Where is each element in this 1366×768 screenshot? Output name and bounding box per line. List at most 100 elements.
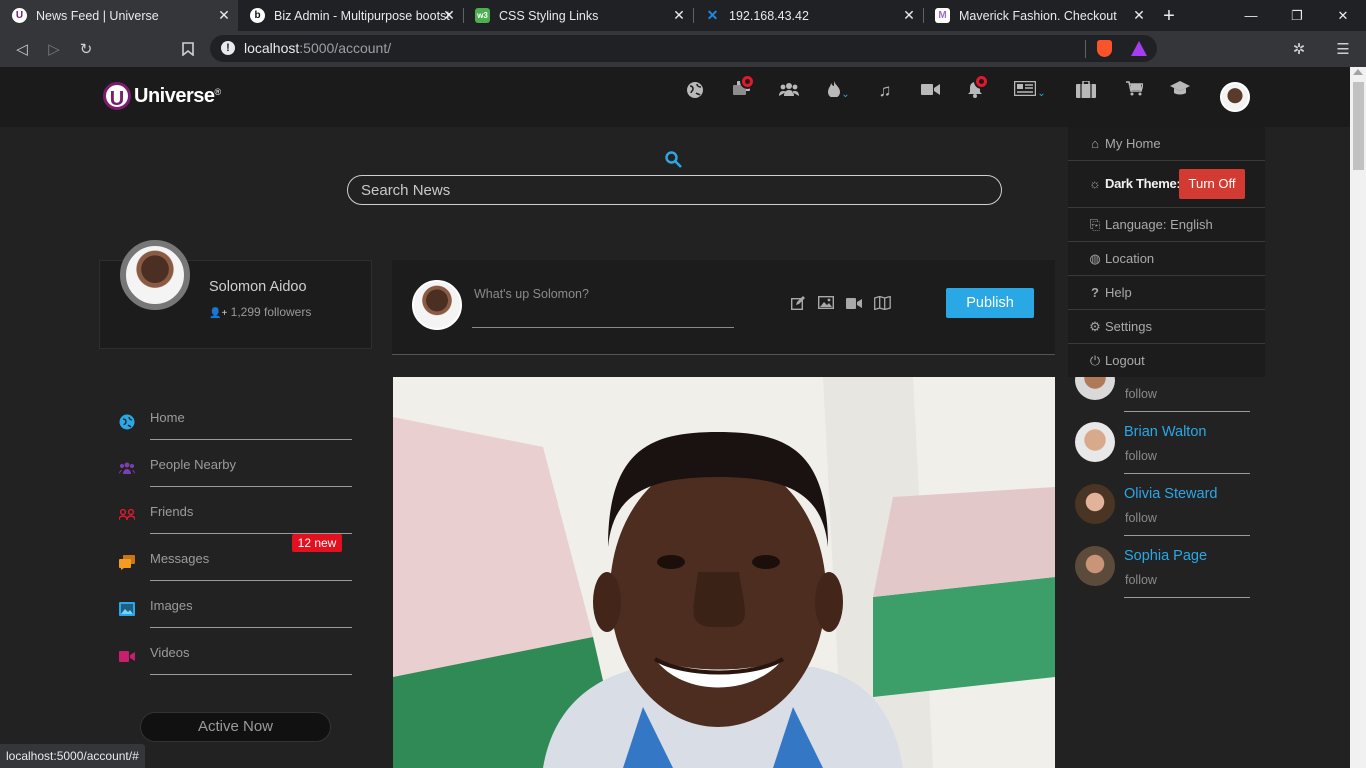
new-tab-icon[interactable]: + [1158, 5, 1180, 27]
window-close-icon[interactable]: ✕ [1320, 0, 1366, 31]
bookmark-icon[interactable] [176, 37, 200, 61]
tab-maverick-fashion[interactable]: M Maverick Fashion. Checkout ✕ [923, 0, 1153, 31]
brave-rewards-icon[interactable] [1131, 41, 1147, 56]
video-camera-icon[interactable] [919, 81, 941, 101]
dropdown-item-dark-theme: ☼ Dark Theme: Turn Off [1068, 161, 1265, 208]
brave-shield-icon[interactable] [1097, 40, 1112, 57]
dropdown-item-help[interactable]: ? Help [1068, 276, 1265, 310]
divider [150, 486, 352, 487]
dropdown-item-logout[interactable]: ⏻ Logout [1068, 344, 1265, 377]
messages-new-badge: 12 new [292, 534, 342, 552]
trending-icon[interactable]: ⌄ [825, 81, 853, 102]
x-favicon-icon: ✕ [706, 7, 719, 23]
suggestion-avatar[interactable] [1075, 484, 1115, 524]
dropdown-item-language[interactable]: ⎘ Language: English [1068, 208, 1265, 242]
follow-suggestion: Brian Walton follow [1075, 422, 1250, 484]
divider [150, 580, 352, 581]
music-icon[interactable]: ♫ [874, 81, 896, 101]
universe-favicon-icon: U [12, 8, 27, 23]
briefcase-icon[interactable] [1075, 80, 1097, 103]
tab-title: 192.168.43.42 [729, 8, 809, 23]
browser-menu-icon[interactable]: ☰ [1331, 37, 1355, 61]
video-icon [119, 649, 135, 665]
link-status-bubble: localhost:5000/account/# [0, 744, 145, 768]
close-icon[interactable]: ✕ [671, 7, 687, 23]
follow-link[interactable]: follow [1125, 573, 1157, 587]
dropdown-item-my-home[interactable]: ⌂ My Home [1068, 127, 1265, 161]
follow-link[interactable]: follow [1125, 387, 1157, 401]
forward-icon[interactable]: ▷ [42, 37, 66, 61]
follow-link[interactable]: follow [1125, 511, 1157, 525]
profile-avatar[interactable] [120, 240, 190, 310]
publish-button[interactable]: Publish [946, 288, 1034, 318]
sidebar-item-label: Videos [150, 645, 190, 660]
logout-icon: ⏻ [1089, 353, 1101, 368]
cart-icon[interactable] [1123, 81, 1145, 101]
suggestion-name[interactable]: Sophia Page [1124, 548, 1207, 564]
back-icon[interactable]: ◁ [10, 37, 34, 61]
w3-favicon-icon: w3 [475, 8, 490, 23]
logo-registered: ® [214, 87, 222, 97]
address-bar[interactable]: ! localhost:5000/account/ [210, 35, 1157, 62]
messages-notification-dot [740, 74, 755, 89]
turn-off-button[interactable]: Turn Off [1179, 169, 1245, 199]
tab-css-styling[interactable]: w3 CSS Styling Links ✕ [463, 0, 693, 31]
groups-icon[interactable] [778, 81, 800, 101]
video-camera-icon[interactable] [845, 296, 863, 312]
suggestion-name[interactable]: Brian Walton [1124, 424, 1206, 440]
suggestion-avatar[interactable] [1075, 546, 1115, 586]
browser-toolbar: ◁ ▷ ↻ ! localhost:5000/account/ ✲ ☰ [0, 31, 1366, 67]
close-icon[interactable]: ✕ [1131, 7, 1147, 23]
restore-icon[interactable]: ❐ [1274, 0, 1320, 31]
universe-logo[interactable]: U Universe ® [103, 82, 221, 110]
follow-link[interactable]: follow [1125, 449, 1157, 463]
reload-icon[interactable]: ↻ [74, 37, 98, 61]
feed-post-photo[interactable] [393, 377, 1055, 768]
address-divider [1085, 40, 1086, 58]
sidebar-item-images[interactable]: Images [116, 591, 352, 638]
photo-icon[interactable] [817, 295, 835, 312]
sidebar-item-videos[interactable]: Videos [116, 638, 352, 685]
follow-suggestion: Olivia Steward follow [1075, 484, 1250, 546]
globe-icon: ◍ [1089, 251, 1101, 266]
map-icon[interactable] [873, 295, 891, 313]
close-icon[interactable]: ✕ [901, 7, 917, 23]
dropdown-item-location[interactable]: ◍ Location [1068, 242, 1265, 276]
tab-title: Biz Admin - Multipurpose bootst [274, 8, 450, 23]
tab-biz-admin[interactable]: b Biz Admin - Multipurpose bootst ✕ [238, 0, 463, 31]
active-now-button[interactable]: Active Now [140, 712, 331, 742]
tab-ip-address[interactable]: ✕ 192.168.43.42 ✕ [693, 0, 923, 31]
search-news-input[interactable] [347, 175, 1002, 205]
sidebar-item-people-nearby[interactable]: People Nearby [116, 450, 352, 497]
maverick-favicon-icon: M [935, 8, 950, 23]
header-avatar[interactable] [1220, 82, 1250, 112]
logo-mark: U [103, 82, 131, 110]
scrollbar-thumb[interactable] [1353, 82, 1364, 170]
news-icon[interactable]: ⌄ [1011, 80, 1049, 101]
divider [150, 439, 352, 440]
profile-name[interactable]: Solomon Aidoo [209, 279, 307, 295]
composer-avatar [412, 280, 462, 330]
scroll-up-icon[interactable] [1353, 69, 1363, 75]
status-input[interactable] [472, 280, 734, 328]
graduation-icon[interactable] [1169, 81, 1191, 101]
sidebar-item-home[interactable]: Home [116, 403, 352, 450]
suggestion-avatar[interactable] [1075, 422, 1115, 462]
suggestion-name[interactable]: Olivia Steward [1124, 486, 1217, 502]
close-icon[interactable]: ✕ [441, 7, 457, 23]
tab-title: CSS Styling Links [499, 8, 599, 23]
globe-icon [119, 414, 135, 430]
sidebar-item-label: Messages [150, 551, 210, 566]
extensions-icon[interactable]: ✲ [1287, 37, 1311, 61]
tab-news-feed[interactable]: U News Feed | Universe ✕ [0, 0, 238, 31]
search-icon[interactable] [665, 151, 682, 173]
minimize-icon[interactable]: — [1228, 0, 1274, 31]
globe-icon[interactable] [684, 81, 706, 104]
close-icon[interactable]: ✕ [216, 7, 232, 23]
divider [150, 674, 352, 675]
sidebar-item-label: Images [150, 598, 193, 613]
site-info-icon[interactable]: ! [221, 41, 235, 55]
edit-icon[interactable] [789, 296, 807, 313]
dropdown-item-settings[interactable]: ⚙ Settings [1068, 310, 1265, 344]
page-scrollbar[interactable] [1350, 67, 1366, 768]
